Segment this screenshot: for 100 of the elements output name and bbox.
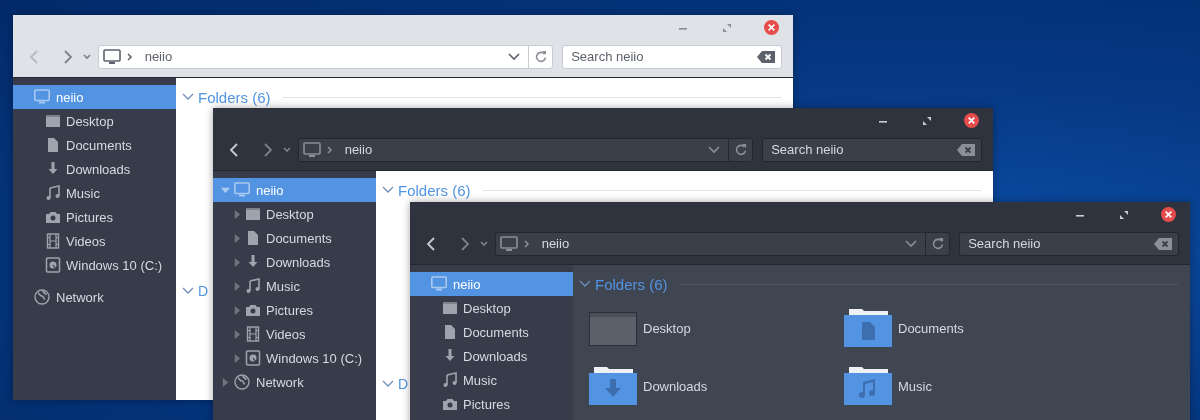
chevron-left-icon — [228, 142, 239, 157]
sidebar-item-label: Documents — [66, 137, 132, 153]
film-icon — [245, 326, 261, 342]
sidebar-item-label: Pictures — [66, 209, 113, 225]
collapse-chevron-icon[interactable] — [182, 287, 194, 295]
clear-search-icon[interactable] — [957, 143, 975, 156]
caret-icon — [282, 146, 291, 153]
group-heading: Folders (6) — [595, 275, 668, 293]
collapse-chevron-icon[interactable] — [382, 186, 394, 194]
sidebar-item-label: Windows 10 (C:) — [66, 257, 163, 273]
close-button[interactable] — [963, 112, 979, 129]
document-icon — [245, 230, 261, 246]
sidebar-item[interactable]: Downloads — [13, 157, 176, 181]
camera-icon — [45, 209, 61, 225]
dropdown-caret-icon[interactable] — [708, 145, 721, 154]
sidebar-item[interactable]: Documents — [213, 226, 376, 250]
sidebar-item[interactable]: Documents — [13, 133, 176, 157]
folder-item[interactable]: Music — [844, 367, 1099, 405]
sidebar-item[interactable]: Videos — [213, 322, 376, 346]
maximize-icon — [1119, 209, 1129, 220]
sidebar-item-label: Desktop — [66, 113, 114, 129]
dropdown-caret-icon[interactable] — [508, 52, 521, 61]
collapsed-triangle-icon[interactable] — [233, 305, 242, 315]
film-icon — [45, 233, 61, 249]
sidebar-item-label: Videos — [266, 326, 306, 342]
refresh-icon — [931, 237, 944, 250]
sidebar-item-label: Music — [463, 372, 497, 388]
group-heading: Folders (6) — [198, 88, 271, 106]
address-bar[interactable]: neiio — [494, 231, 951, 256]
sidebar-item[interactable]: Windows 10 (C:) — [13, 253, 176, 277]
sidebar-item[interactable]: Windows 10 (C:) — [213, 346, 376, 370]
sidebar-item-label: Network — [56, 289, 104, 305]
folder-item[interactable]: Desktop — [589, 309, 844, 347]
sidebar-item-label: Windows 10 (C:) — [266, 350, 363, 366]
sidebar-item-label: neiio — [453, 276, 481, 292]
collapsed-triangle-icon[interactable] — [233, 329, 242, 339]
sidebar-item-label: neiio — [256, 182, 284, 198]
chevron-left-icon — [425, 236, 436, 251]
monitor-icon — [302, 141, 321, 158]
sidebar-item[interactable]: Music — [213, 274, 376, 298]
sidebar-item[interactable]: Music — [410, 368, 573, 392]
folder-icon — [589, 367, 637, 405]
address-text: neiio — [541, 236, 571, 251]
collapsed-triangle-icon[interactable] — [233, 281, 242, 291]
sidebar-item-label: Documents — [463, 324, 529, 340]
address-bar[interactable]: neiio — [97, 44, 554, 69]
desktop-icon — [442, 300, 458, 316]
collapsed-triangle-icon[interactable] — [233, 257, 242, 267]
dropdown-caret-icon[interactable] — [905, 239, 918, 248]
collapsed-triangle-icon[interactable] — [233, 353, 242, 363]
sidebar-item[interactable]: Music — [13, 181, 176, 205]
monitor-icon — [499, 235, 518, 252]
search-field[interactable]: Search neiio — [959, 231, 1179, 256]
expanded-triangle-icon[interactable] — [221, 185, 230, 195]
sidebar-item-label: Desktop — [266, 206, 314, 222]
collapsed-triangle-icon[interactable] — [233, 209, 242, 219]
clear-search-icon[interactable] — [757, 50, 775, 63]
breadcrumb-separator-icon — [126, 52, 133, 61]
sidebar-item[interactable]: Pictures — [13, 205, 176, 229]
chevron-right-icon — [262, 142, 273, 157]
sidebar-item-label: Videos — [66, 233, 106, 249]
sidebar-item[interactable]: Desktop — [410, 296, 573, 320]
folder-name: Desktop — [643, 320, 691, 336]
sidebar-item[interactable]: Desktop — [13, 109, 176, 133]
sidebar-item[interactable]: Desktop — [213, 202, 376, 226]
sidebar-item[interactable]: Documents — [410, 320, 573, 344]
drive-icon — [45, 257, 61, 273]
collapse-chevron-icon[interactable] — [579, 280, 591, 288]
sidebar-item[interactable]: Downloads — [410, 344, 573, 368]
sidebar-item[interactable]: Network — [213, 370, 376, 394]
search-field[interactable]: Search neiio — [762, 137, 982, 162]
sidebar-item[interactable]: Downloads — [213, 250, 376, 274]
document-icon — [45, 137, 61, 153]
close-icon — [1160, 207, 1176, 222]
folder-item[interactable]: Documents — [844, 309, 1099, 347]
sidebar-item[interactable]: Pictures — [410, 392, 573, 416]
clear-search-icon[interactable] — [1154, 237, 1172, 250]
desktop-icon — [45, 113, 61, 129]
globe-icon — [33, 289, 51, 305]
close-button[interactable] — [1160, 206, 1176, 223]
globe-icon — [233, 374, 251, 390]
address-text: neiio — [344, 142, 374, 157]
sidebar-item[interactable]: Videos — [13, 229, 176, 253]
sidebar-item[interactable]: Pictures — [213, 298, 376, 322]
sidebar-item-label: Downloads — [66, 161, 131, 177]
refresh-icon — [534, 50, 547, 63]
collapse-chevron-icon[interactable] — [182, 93, 194, 101]
music-note-icon — [45, 185, 61, 201]
collapse-chevron-icon[interactable] — [382, 380, 394, 388]
caret-icon — [82, 53, 91, 60]
address-text: neiio — [144, 49, 174, 64]
folder-item[interactable]: Downloads — [589, 367, 844, 405]
music-note-icon — [245, 278, 261, 294]
close-icon — [763, 20, 779, 35]
collapsed-triangle-icon[interactable] — [233, 233, 242, 243]
maximize-icon — [722, 22, 732, 33]
collapsed-triangle-icon[interactable] — [221, 377, 230, 387]
address-bar[interactable]: neiio — [297, 137, 754, 162]
sidebar-item[interactable]: Network — [13, 285, 176, 309]
monitor-icon — [430, 276, 448, 292]
